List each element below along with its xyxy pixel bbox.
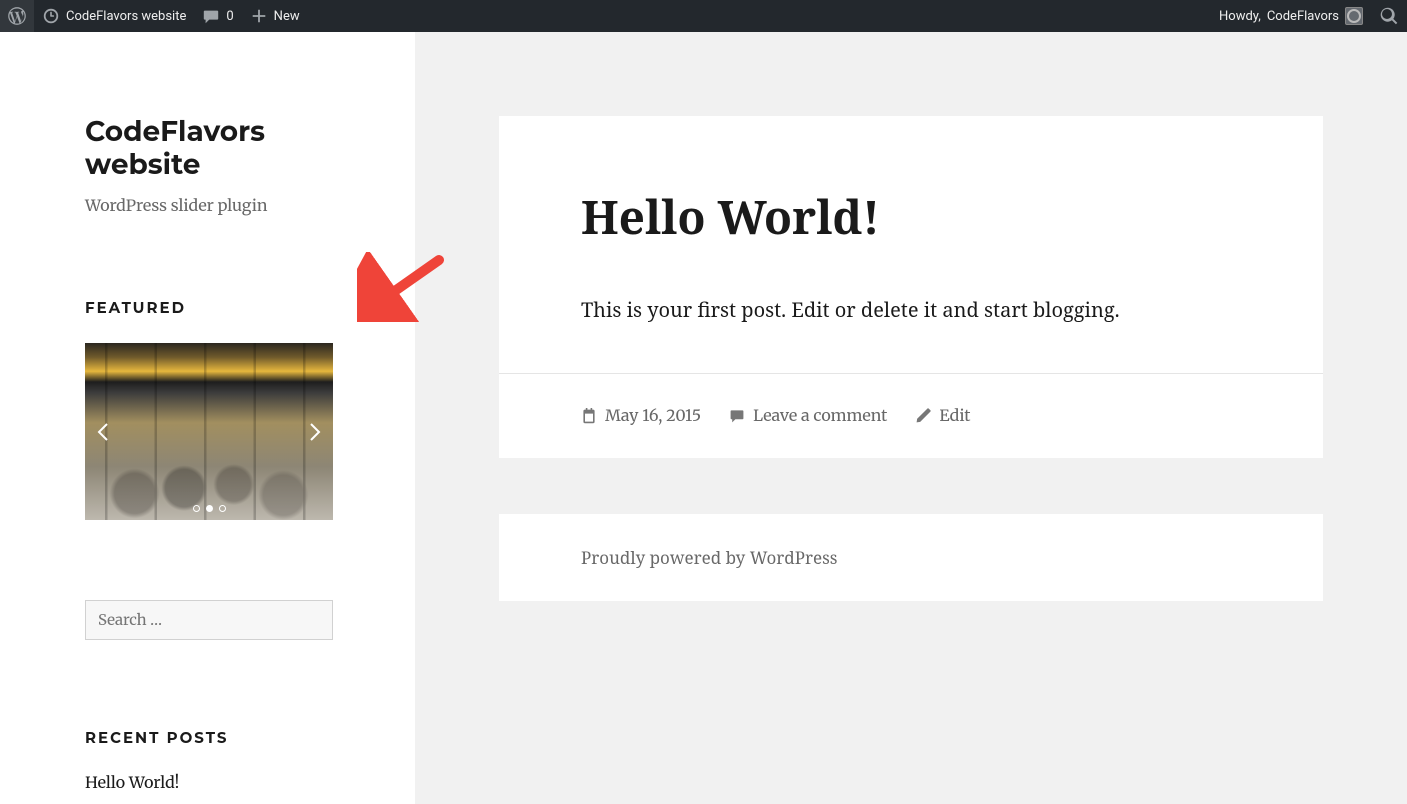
comment-icon xyxy=(729,408,745,424)
footer-credit-card: Proudly powered by WordPress xyxy=(499,514,1323,601)
post-edit-text: Edit xyxy=(939,406,970,426)
wp-admin-bar: CodeFlavors website 0 New Howdy, CodeFla… xyxy=(0,0,1407,32)
featured-heading: FEATURED xyxy=(85,298,333,317)
featured-slider[interactable] xyxy=(85,343,333,520)
slider-dot[interactable] xyxy=(206,505,213,512)
recent-posts-heading: RECENT POSTS xyxy=(85,728,333,747)
footer-credit-link[interactable]: Proudly powered by WordPress xyxy=(581,546,837,569)
calendar-icon xyxy=(581,408,597,424)
search-icon xyxy=(1379,6,1399,26)
post-card: Hello World! This is your first post. Ed… xyxy=(499,116,1323,458)
recent-post-link[interactable]: Hello World! xyxy=(85,773,333,793)
adminbar-site-link[interactable]: CodeFlavors website xyxy=(34,0,194,32)
slider-dot[interactable] xyxy=(219,505,226,512)
dashboard-icon xyxy=(42,7,60,25)
site-sidebar: CodeFlavors website WordPress slider plu… xyxy=(0,32,415,804)
adminbar-new-label: New xyxy=(274,9,300,24)
adminbar-site-name: CodeFlavors website xyxy=(66,9,186,24)
slider-prev-button[interactable] xyxy=(91,420,115,444)
pencil-icon xyxy=(915,408,931,424)
slider-pagination xyxy=(85,505,333,512)
adminbar-my-account[interactable]: Howdy, CodeFlavors xyxy=(1211,0,1371,32)
adminbar-new[interactable]: New xyxy=(242,0,308,32)
adminbar-comments[interactable]: 0 xyxy=(194,0,241,32)
post-comment-link[interactable]: Leave a comment xyxy=(729,406,887,426)
adminbar-user-name: CodeFlavors xyxy=(1267,9,1339,24)
adminbar-spacer xyxy=(308,0,1211,32)
search-input[interactable] xyxy=(85,600,333,640)
site-title[interactable]: CodeFlavors website xyxy=(85,116,333,182)
main-content: Hello World! This is your first post. Ed… xyxy=(415,32,1407,804)
comment-icon xyxy=(202,7,220,25)
plus-icon xyxy=(250,7,268,25)
post-date-text: May 16, 2015 xyxy=(605,406,701,426)
page-body: CodeFlavors website WordPress slider plu… xyxy=(0,32,1407,804)
wordpress-logo-icon xyxy=(8,7,26,25)
chevron-left-icon xyxy=(96,423,110,441)
slider-dot[interactable] xyxy=(193,505,200,512)
post-date: May 16, 2015 xyxy=(581,406,701,426)
post-edit-link[interactable]: Edit xyxy=(915,406,970,426)
avatar-icon xyxy=(1345,7,1363,25)
slider-next-button[interactable] xyxy=(303,420,327,444)
post-title[interactable]: Hello World! xyxy=(581,186,1241,248)
post-comment-text: Leave a comment xyxy=(753,406,887,426)
adminbar-search[interactable] xyxy=(1371,0,1407,32)
adminbar-wp-logo[interactable] xyxy=(0,0,34,32)
post-meta-footer: May 16, 2015 Leave a comment Edit xyxy=(499,373,1323,458)
site-description: WordPress slider plugin xyxy=(85,196,333,216)
recent-posts-list: Hello World! xyxy=(85,773,333,793)
chevron-right-icon xyxy=(308,423,322,441)
adminbar-comments-count: 0 xyxy=(226,9,233,24)
adminbar-howdy-prefix: Howdy, xyxy=(1219,9,1261,24)
post-content: This is your first post. Edit or delete … xyxy=(581,296,1241,323)
